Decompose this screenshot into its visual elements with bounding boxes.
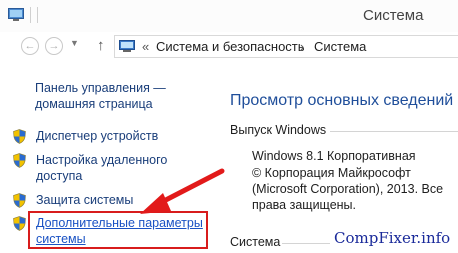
watermark: CompFixer.info bbox=[334, 229, 451, 247]
annotation-arrow bbox=[140, 168, 225, 214]
